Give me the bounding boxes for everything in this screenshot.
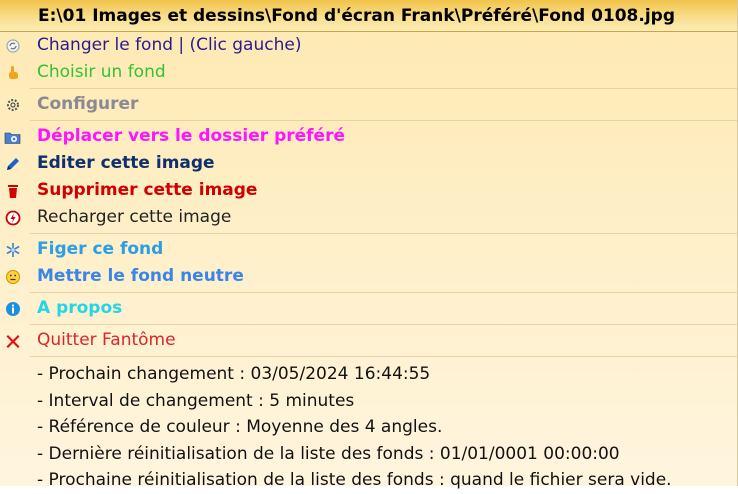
menu-item-label: Mettre le fond neutre: [37, 266, 244, 286]
menu-separator: [30, 120, 737, 121]
hand-pointer-icon: [4, 64, 21, 81]
snowflake-icon: [4, 241, 21, 258]
menu-item-fond-neutre[interactable]: Mettre le fond neutre: [0, 263, 737, 290]
menu-separator: [30, 233, 737, 234]
close-x-icon: [4, 332, 21, 349]
menu-item-label: Changer le fond | (Clic gauche): [37, 35, 302, 55]
menu-item-deplacer[interactable]: Déplacer vers le dossier préféré: [0, 123, 737, 150]
menu-item-label: Figer ce fond: [37, 239, 164, 259]
info-icon: [4, 300, 21, 317]
info-next-change: - Prochain changement : 03/05/2024 16:44…: [37, 364, 431, 384]
menu-separator: [30, 324, 737, 325]
menu-item-configurer[interactable]: Configurer: [0, 91, 737, 118]
info-interval: - Interval de changement : 5 minutes: [37, 390, 355, 411]
menu-item-a-propos[interactable]: A propos: [0, 295, 737, 322]
menu-item-choisir-fond[interactable]: Choisir un fond: [0, 59, 737, 86]
context-menu: E:\01 Images et dessins\Fond d'écran Fra…: [0, 0, 738, 490]
menu-item-recharger[interactable]: Recharger cette image: [0, 204, 737, 231]
pencil-icon: [4, 155, 21, 172]
info-next-reset: - Prochaine réinitialisation de la liste…: [37, 470, 672, 490]
menu-title: E:\01 Images et dessins\Fond d'écran Fra…: [0, 0, 737, 32]
menu-item-label: A propos: [37, 298, 123, 318]
menu-item-label: Configurer: [37, 94, 139, 114]
menu-separator: [30, 292, 737, 293]
neutral-face-icon: [4, 268, 21, 285]
info-last-reset: - Dernière réinitialisation de la liste …: [37, 443, 620, 464]
reload-icon: [4, 209, 21, 226]
menu-item-supprimer[interactable]: Supprimer cette image: [0, 177, 737, 204]
menu-item-label: Choisir un fond: [37, 62, 166, 82]
menu-item-quitter[interactable]: Quitter Fantôme: [0, 327, 737, 354]
info-panel: - Prochain changement : 03/05/2024 16:44…: [0, 359, 737, 494]
menu-item-label: Editer cette image: [37, 153, 215, 173]
menu-item-label: Supprimer cette image: [37, 180, 258, 200]
refresh-icon: [4, 37, 21, 54]
menu-separator: [30, 88, 737, 89]
menu-item-label: Quitter Fantôme: [37, 330, 176, 350]
trash-icon: [4, 182, 21, 199]
menu-item-label: Recharger cette image: [37, 207, 232, 227]
gear-icon: [4, 96, 21, 113]
menu-item-label: Déplacer vers le dossier préféré: [37, 126, 345, 146]
menu-item-changer-fond[interactable]: Changer le fond | (Clic gauche): [0, 32, 737, 59]
info-color-reference: - Référence de couleur : Moyenne des 4 a…: [37, 417, 443, 437]
folder-star-icon: [4, 128, 21, 145]
menu-separator: [30, 356, 737, 357]
menu-item-figer[interactable]: Figer ce fond: [0, 236, 737, 263]
menu-item-editer[interactable]: Editer cette image: [0, 150, 737, 177]
